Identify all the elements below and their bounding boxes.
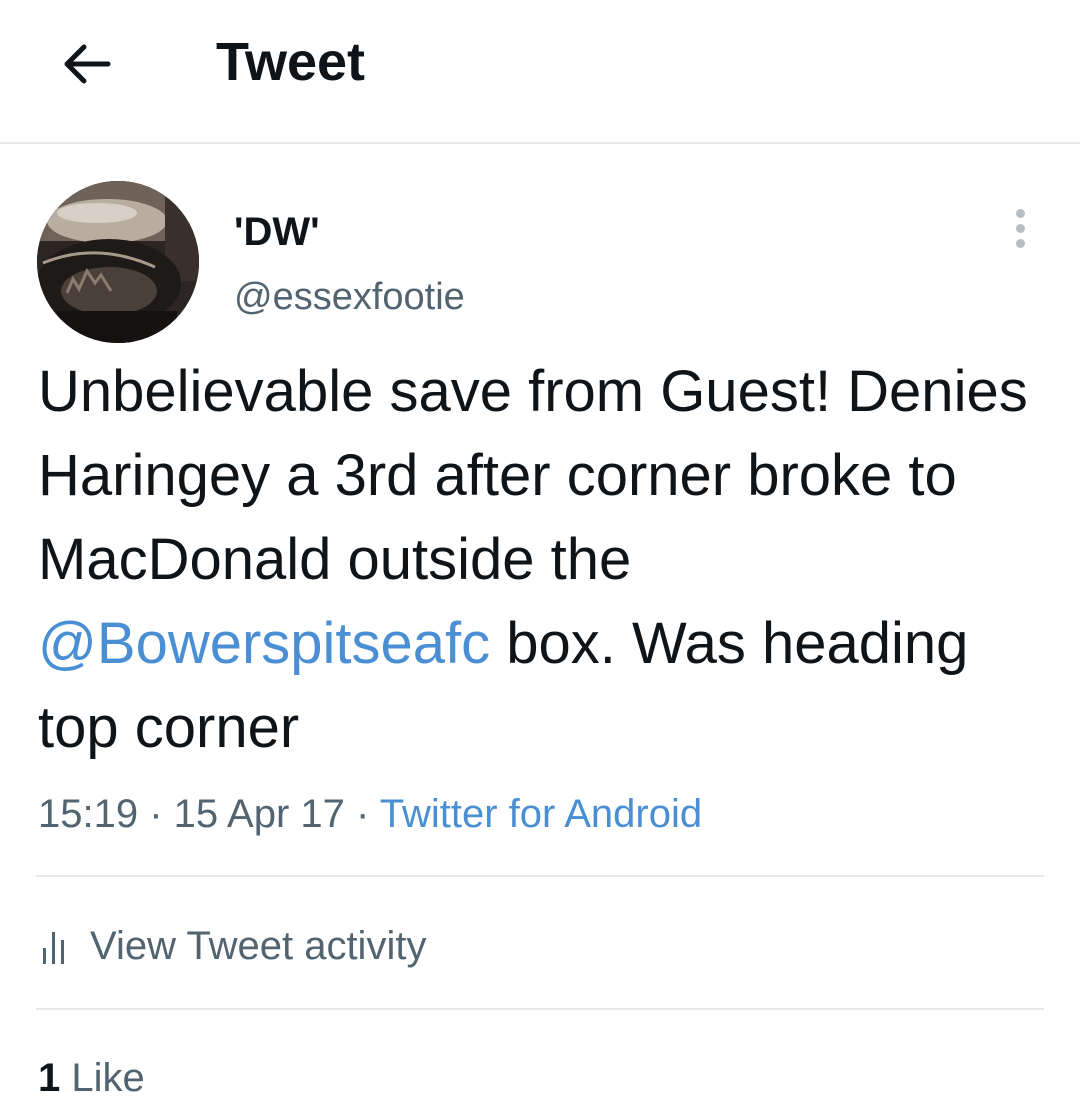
author-display-name[interactable]: 'DW' bbox=[234, 208, 320, 256]
tweet-source-link[interactable]: Twitter for Android bbox=[380, 792, 702, 836]
more-options-button[interactable] bbox=[996, 204, 1044, 252]
tweet-date: 15 Apr 17 bbox=[173, 792, 345, 836]
view-tweet-activity-label: View Tweet activity bbox=[90, 924, 427, 968]
divider bbox=[36, 875, 1044, 877]
likes-count-link[interactable]: 1 Like bbox=[38, 1054, 145, 1102]
likes-label: Like bbox=[71, 1056, 145, 1100]
author-handle[interactable]: @essexfootie bbox=[234, 274, 465, 320]
meta-separator: · bbox=[344, 792, 380, 836]
tweet-metadata: 15:19 · 15 Apr 17 · Twitter for Android bbox=[38, 790, 702, 838]
likes-count: 1 bbox=[38, 1056, 61, 1100]
mention-link[interactable]: @Bowerspitseafc bbox=[38, 611, 490, 676]
profile-photo bbox=[37, 181, 199, 343]
arrow-left-icon bbox=[64, 44, 111, 84]
view-tweet-activity-button[interactable]: View Tweet activity bbox=[40, 918, 426, 974]
divider bbox=[36, 1008, 1044, 1010]
avatar[interactable] bbox=[37, 181, 199, 343]
tweet-text-part1: Unbelievable save from Guest! Denies Har… bbox=[38, 359, 1028, 592]
top-app-bar: Tweet bbox=[0, 0, 1080, 144]
vertical-ellipsis-icon bbox=[1015, 208, 1025, 218]
tweet-text: Unbelievable save from Guest! Denies Har… bbox=[38, 350, 1058, 770]
bar-chart-icon bbox=[43, 932, 64, 964]
meta-separator: · bbox=[138, 792, 174, 836]
back-button[interactable] bbox=[44, 22, 128, 106]
tweet-time: 15:19 bbox=[38, 792, 139, 836]
page-title: Tweet bbox=[216, 32, 366, 92]
